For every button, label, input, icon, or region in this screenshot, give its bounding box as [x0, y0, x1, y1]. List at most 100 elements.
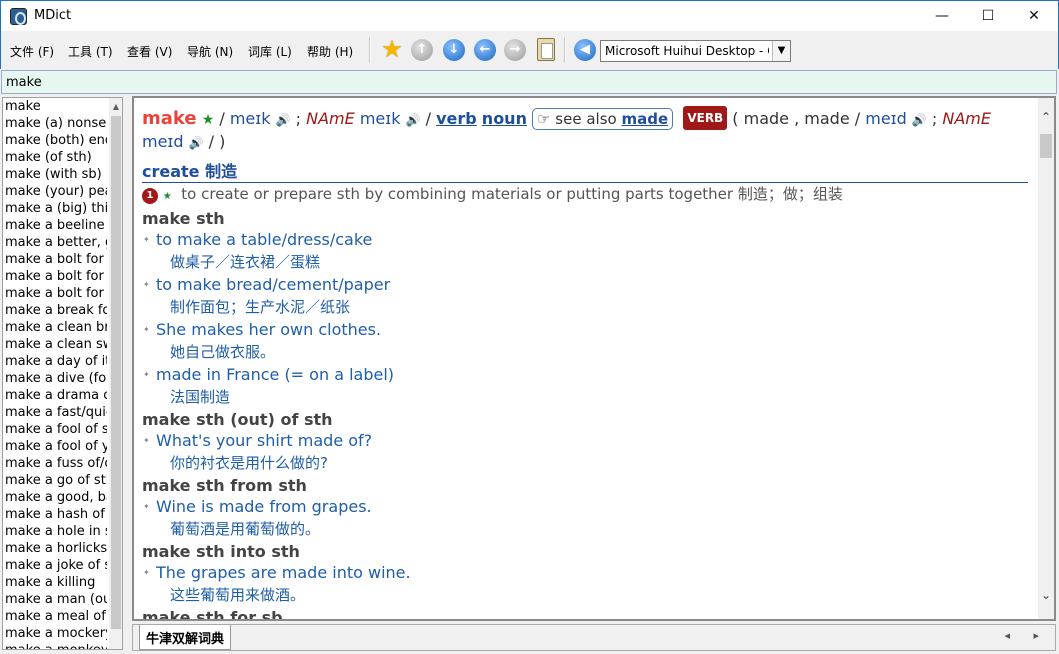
scroll-up-icon[interactable]: ▲ [109, 100, 122, 114]
word-list-scrollbar[interactable]: ▲ [109, 98, 122, 649]
speaker-icon[interactable]: 🔊 [189, 136, 204, 150]
dictionary-tabs: 牛津双解词典 ◂ ▸ [132, 624, 1056, 651]
menu-toolbar: 文件 (F) 工具 (T) 查看 (V) 导航 (N) 词库 (L) 帮助 (H… [0, 31, 1059, 69]
star-icon[interactable]: ★ [380, 37, 404, 61]
list-item[interactable]: make a joke of st [3, 557, 107, 574]
verb-forms: ( made , made / [732, 109, 861, 128]
list-item[interactable]: make a better, go [3, 234, 107, 251]
arrow-right-icon[interactable]: → [504, 39, 526, 61]
word-list-items: make make (a) nonsen make (both) end make (… [3, 98, 107, 649]
sense-section-title: create 制造 [142, 162, 1028, 183]
phonetic-made-am: meɪd [142, 132, 184, 151]
definition-scrollbar[interactable]: ⌃ ⌄ [1038, 98, 1054, 619]
phonetic-am: meɪk [359, 109, 401, 128]
list-item[interactable]: make a killing [3, 574, 107, 591]
minimize-button[interactable]: — [919, 1, 965, 31]
see-also-link[interactable]: made [621, 110, 668, 128]
menu-help[interactable]: 帮助 (H) [307, 43, 353, 60]
chevron-down-icon[interactable]: ▼ [772, 41, 790, 61]
list-item[interactable]: make a horlicks c [3, 540, 107, 557]
app-icon [10, 8, 27, 25]
list-item[interactable]: make a (big) thin [3, 200, 107, 217]
list-item[interactable]: make a meal of s [3, 608, 107, 625]
menu-view[interactable]: 查看 (V) [127, 43, 172, 60]
menu-file[interactable]: 文件 (F) [10, 43, 54, 60]
list-item[interactable]: make a drama ou [3, 387, 107, 404]
example-en: Wine is made from grapes. [142, 496, 1032, 518]
list-item[interactable]: make a monkey [3, 642, 107, 649]
speaker-icon[interactable]: 🔊 [912, 113, 927, 127]
maximize-button[interactable]: ☐ [965, 1, 1011, 31]
list-item[interactable]: make a good, ba [3, 489, 107, 506]
example-zh: 这些葡萄用来做酒。 [170, 586, 306, 604]
list-item[interactable]: make a bolt for s [3, 268, 107, 285]
example-zh: 制作面包；生产水泥／纸张 [170, 298, 351, 316]
list-item[interactable]: make (of sth) [3, 149, 107, 166]
word-list[interactable]: make make (a) nonsen make (both) end make (… [2, 97, 123, 650]
see-also-label: see also [555, 110, 617, 128]
list-item[interactable]: make a fast/quic [3, 404, 107, 421]
list-item[interactable]: make (your) peac [3, 183, 107, 200]
definition-line: 1 ★ to create or prepare sth by combinin… [142, 183, 1032, 208]
example-en: to make bread/cement/paper [142, 274, 1032, 296]
list-item[interactable]: make (a) nonsen [3, 115, 107, 132]
speaker-icon[interactable]: 🔊 [406, 113, 421, 127]
list-item[interactable]: make [3, 98, 107, 115]
phonetic-br: meɪk [229, 109, 271, 128]
tab-oxford[interactable]: 牛津双解词典 [139, 625, 232, 650]
link-noun[interactable]: noun [482, 109, 527, 128]
arrow-down-icon[interactable]: ↓ [443, 39, 465, 61]
list-item[interactable]: make a clean bre [3, 319, 107, 336]
close-button[interactable]: ✕ [1011, 1, 1057, 31]
hand-pointer-icon: ☞ [537, 110, 551, 128]
usage-pattern: make sth into sth [142, 542, 300, 561]
chevron-up-icon[interactable]: ⌃ [1038, 110, 1054, 124]
list-item[interactable]: make a bolt for it [3, 251, 107, 268]
list-item[interactable]: make a clean swe [3, 336, 107, 353]
list-item[interactable]: make a go of sth [3, 472, 107, 489]
dialect-label: NAmE [942, 109, 991, 128]
usage-pattern: make sth from sth [142, 476, 307, 495]
list-item[interactable]: make a fool of sl [3, 421, 107, 438]
headword-line: make ★ / meɪk 🔊 ; NAmE meɪk 🔊 / verb nou… [142, 106, 1032, 154]
arrow-left-icon[interactable]: ← [474, 39, 496, 61]
example-en: She makes her own clothes. [142, 319, 1032, 341]
tab-scroll-arrows[interactable]: ◂ ▸ [1004, 629, 1049, 642]
list-item[interactable]: make a day of it [3, 353, 107, 370]
list-item[interactable]: make a man (out [3, 591, 107, 608]
example-zh: 法国制造 [170, 388, 231, 406]
search-input[interactable] [4, 72, 1054, 92]
list-item[interactable]: make a hole in st [3, 523, 107, 540]
list-item[interactable]: make (both) end [3, 132, 107, 149]
pos-badge: VERB [683, 106, 728, 130]
menu-tools[interactable]: 工具 (T) [68, 43, 113, 60]
arrow-up-icon[interactable]: ↑ [411, 39, 433, 61]
list-item[interactable]: make a fool of yo [3, 438, 107, 455]
clipboard-icon[interactable] [537, 38, 555, 61]
chevron-down-icon[interactable]: ⌄ [1038, 588, 1054, 602]
separator: ; [295, 109, 302, 128]
link-verb[interactable]: verb [436, 109, 477, 128]
list-item[interactable]: make a mockery [3, 625, 107, 642]
usage-pattern: make sth (out) of sth [142, 410, 333, 429]
example-zh: 你的衬衣是用什么做的? [170, 454, 328, 472]
list-item[interactable]: make a bolt for s [3, 285, 107, 302]
menu-navigate[interactable]: 导航 (N) [187, 43, 233, 60]
list-item[interactable]: make a fuss of/c [3, 455, 107, 472]
separator: / [219, 109, 225, 128]
voice-select[interactable]: Microsoft Huihui Desktop - C ▼ [600, 40, 791, 62]
list-item[interactable]: make a break for [3, 302, 107, 319]
menu-library[interactable]: 词库 (L) [248, 43, 292, 60]
speaker-icon[interactable]: ◀ [574, 39, 596, 61]
list-item[interactable]: make a beeline fo [3, 217, 107, 234]
list-item[interactable]: make a hash of s [3, 506, 107, 523]
speaker-icon[interactable]: 🔊 [276, 113, 291, 127]
separator: ; [931, 109, 938, 128]
scrollbar-thumb[interactable] [111, 116, 121, 629]
list-item[interactable]: make (with sb) [3, 166, 107, 183]
title-bar: MDict — ☐ ✕ [0, 0, 1059, 31]
definition-pane: make ★ / meɪk 🔊 ; NAmE meɪk 🔊 / verb nou… [132, 96, 1056, 621]
list-item[interactable]: make a dive (for [3, 370, 107, 387]
usage-pattern: make sth for sb [142, 608, 283, 621]
scrollbar-thumb[interactable] [1040, 134, 1052, 158]
